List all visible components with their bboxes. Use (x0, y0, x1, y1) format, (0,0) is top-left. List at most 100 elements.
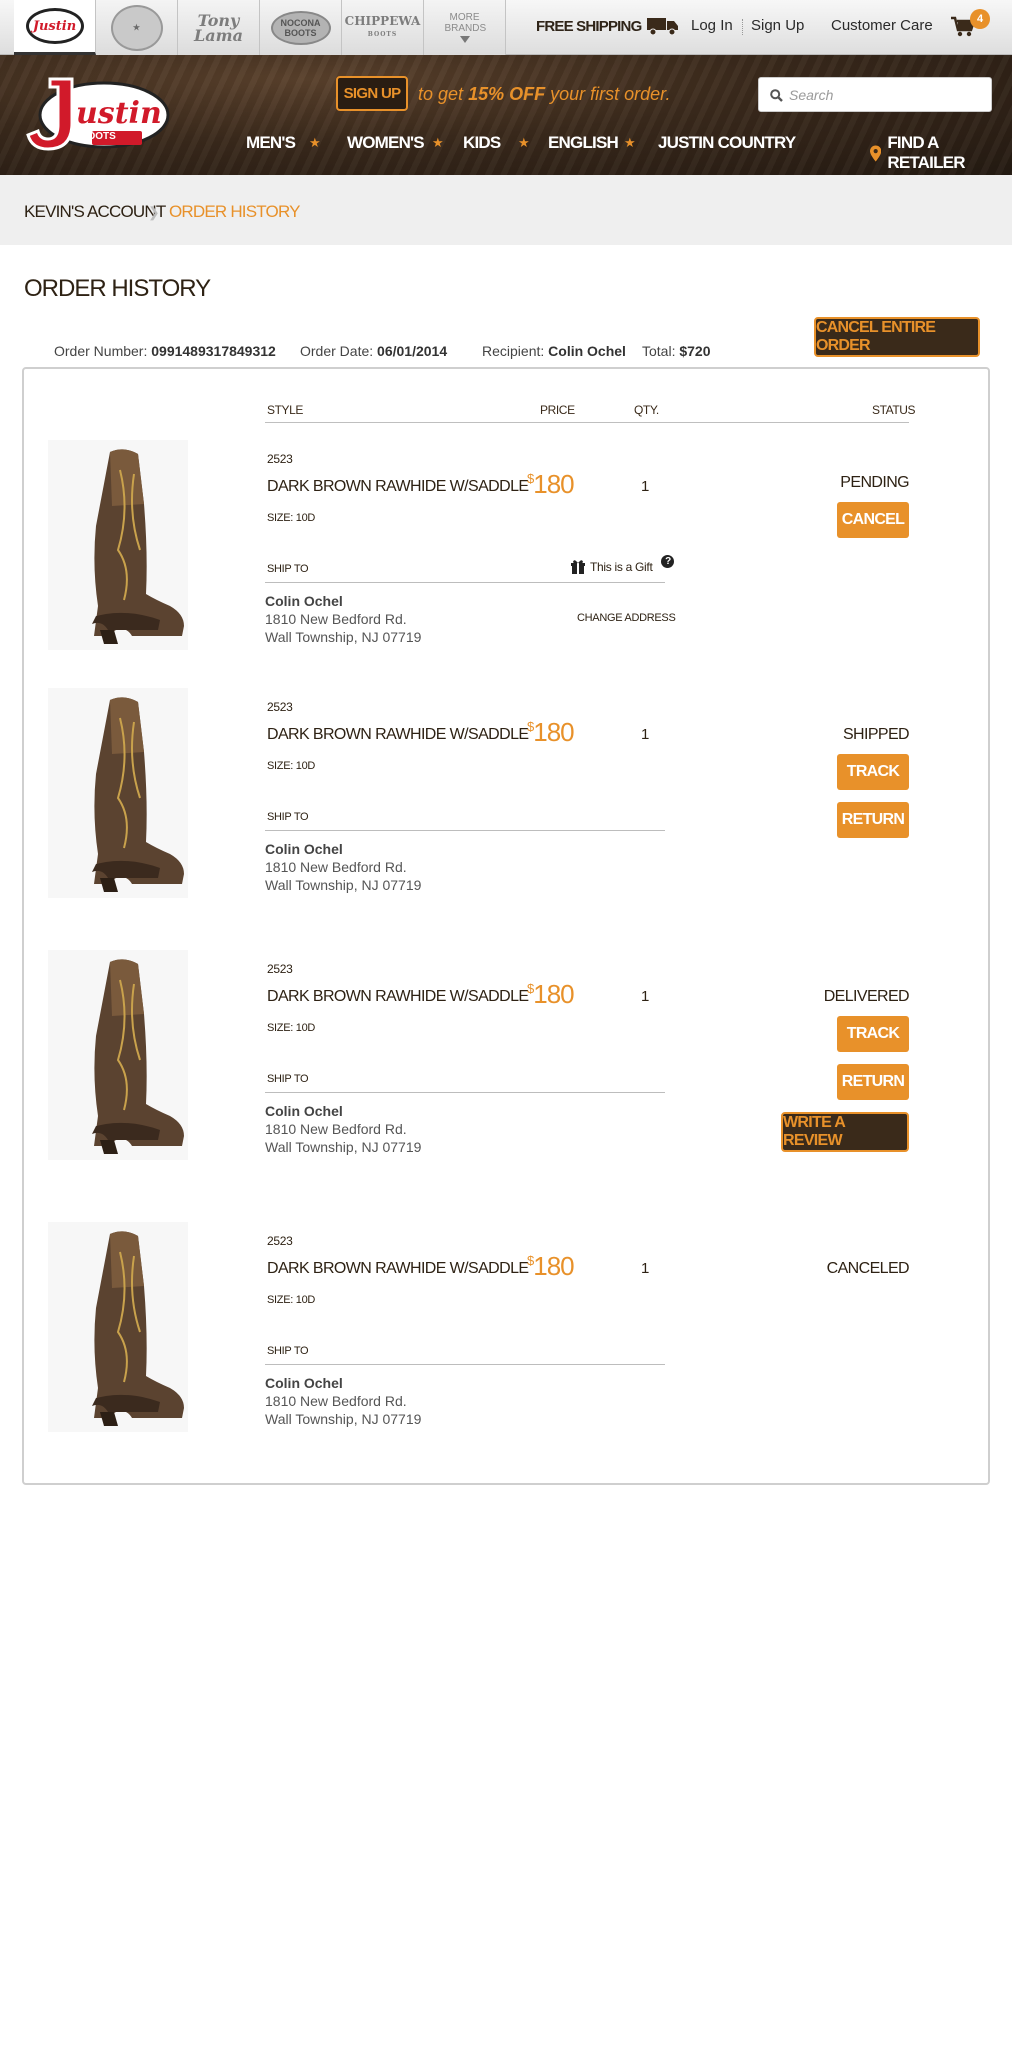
star-icon: ★ (518, 135, 530, 150)
ship-address-line1: 1810 New Bedford Rd. (265, 1121, 407, 1137)
help-icon[interactable]: ? (661, 554, 675, 568)
order-number-value: 0991489317849312 (151, 343, 276, 359)
recipient-value: Colin Ochel (548, 343, 626, 359)
nav-english[interactable]: ENGLISH (548, 133, 619, 153)
ship-address-line1: 1810 New Bedford Rd. (265, 611, 407, 627)
nav-kids[interactable]: KIDS (463, 133, 501, 153)
brand-tab-tony-lama[interactable]: Tony Lama (178, 0, 260, 55)
breadcrumb-account[interactable]: KEVIN'S ACCOUNT (24, 202, 166, 222)
item-price: $180 (527, 979, 575, 1010)
ship-to-label: SHIP TO (267, 1073, 309, 1085)
product-image[interactable] (48, 688, 188, 898)
star-icon: ★ (624, 135, 636, 150)
price-value: 180 (533, 1251, 574, 1281)
item-sku: 2523 (267, 962, 293, 976)
item-style-name[interactable]: DARK BROWN RAWHIDE W/SADDLE (267, 1260, 529, 1278)
search-input[interactable] (789, 84, 985, 106)
signup-button[interactable]: SIGN UP (336, 76, 408, 111)
gift-label: This is a Gift (590, 560, 653, 574)
product-image[interactable] (48, 440, 188, 650)
divider (742, 19, 743, 35)
item-size: SIZE: 10D (267, 1022, 316, 1034)
cancel-entire-order-button[interactable]: CANCEL ENTIRE ORDER (814, 317, 980, 357)
login-link[interactable]: Log In (691, 17, 733, 34)
item-style-name[interactable]: DARK BROWN RAWHIDE W/SADDLE (267, 988, 529, 1006)
chippewa-text: CHIPPEWA (344, 13, 421, 28)
item-price: $180 (527, 717, 575, 748)
product-image[interactable] (48, 950, 188, 1160)
brand-tab-justin[interactable]: Justin (14, 0, 96, 55)
write-review-button[interactable]: WRITE A REVIEW (781, 1112, 909, 1152)
item-price: $180 (527, 1251, 575, 1282)
chevron-down-icon (459, 36, 470, 43)
search-icon[interactable] (770, 89, 783, 102)
free-shipping[interactable]: FREE SHIPPING (536, 17, 679, 35)
chippewa-sub: BOOTS (367, 30, 398, 38)
justin-boots-logo[interactable]: ustin (20, 71, 170, 157)
total-label: Total: (642, 343, 676, 359)
nav-justin-country[interactable]: JUSTIN COUNTRY (658, 133, 796, 153)
tony-lama-logo: Tony Lama (194, 10, 243, 45)
gift-option[interactable]: This is a Gift ? (571, 554, 675, 574)
column-header-status: STATUS (872, 403, 916, 417)
item-sku: 2523 (267, 1234, 293, 1248)
find-retailer-link[interactable]: FIND A RETAILER (870, 133, 1012, 173)
item-status: PENDING (840, 474, 909, 491)
track-button[interactable]: TRACK (837, 754, 909, 790)
item-qty: 1 (641, 1260, 650, 1277)
star-icon: ★ (432, 135, 444, 150)
order-date-value: 06/01/2014 (377, 343, 448, 359)
currency-symbol: $ (527, 981, 534, 996)
item-size: SIZE: 10D (267, 512, 316, 524)
item-sku: 2523 (267, 452, 293, 466)
currency-symbol: $ (527, 471, 534, 486)
ship-to-label: SHIP TO (267, 563, 309, 575)
signup-link[interactable]: Sign Up (751, 17, 804, 34)
divider (265, 1092, 665, 1093)
brand-tab-justin-work[interactable]: ★ (96, 0, 178, 55)
product-image[interactable] (48, 1222, 188, 1432)
brand-tab-nocona[interactable]: NOCONA BOOTS (260, 0, 342, 55)
change-address-link[interactable]: CHANGE ADDRESS (577, 612, 676, 624)
nav-womens[interactable]: WOMEN'S (347, 133, 425, 153)
track-button[interactable]: TRACK (837, 1016, 909, 1052)
cancel-item-button[interactable]: CANCEL (837, 502, 909, 538)
brand-bar: Justin ★ Tony Lama NOCONA BOOTS CHIPPEWA… (0, 0, 1012, 55)
nav-mens[interactable]: MEN'S (246, 133, 296, 153)
item-qty: 1 (641, 726, 650, 743)
justin-brand-logo: Justin (25, 8, 84, 44)
return-button[interactable]: RETURN (837, 1064, 909, 1100)
customer-care-link[interactable]: Customer Care (831, 17, 933, 34)
return-button[interactable]: RETURN (837, 802, 909, 838)
order-date-label: Order Date: (300, 343, 374, 359)
ship-address-line2: Wall Township, NJ 07719 (265, 1411, 422, 1427)
breadcrumb-current: ORDER HISTORY (169, 202, 300, 221)
order-number-label: Order Number: (54, 343, 148, 359)
ship-recipient: Colin Ochel (265, 593, 343, 609)
ship-recipient: Colin Ochel (265, 841, 343, 857)
promo-text: to get 15% OFF your first order. (418, 84, 670, 105)
brand-tab-more[interactable]: MORE BRANDS (424, 0, 506, 55)
order-number: Order Number: 0991489317849312 (54, 343, 276, 359)
item-style-name[interactable]: DARK BROWN RAWHIDE W/SADDLE (267, 478, 529, 496)
ship-to-label: SHIP TO (267, 811, 309, 823)
page-title: ORDER HISTORY (24, 275, 211, 302)
item-price: $180 (527, 469, 575, 500)
item-status: SHIPPED (842, 726, 910, 743)
site-header: ustin BOOTS SIGN UP to get 15% OFF your … (0, 55, 1012, 175)
divider (265, 422, 909, 423)
divider (265, 582, 665, 583)
ship-to-label: SHIP TO (267, 1345, 309, 1357)
item-style-name[interactable]: DARK BROWN RAWHIDE W/SADDLE (267, 726, 529, 744)
cart-count-badge: 4 (970, 9, 990, 29)
currency-symbol: $ (527, 1253, 534, 1268)
star-icon: ★ (309, 135, 321, 150)
free-shipping-label: FREE SHIPPING (536, 17, 642, 35)
order-total: Total: $720 (642, 343, 711, 359)
promo-pre: to get (418, 84, 464, 104)
order-recipient: Recipient: Colin Ochel (482, 343, 626, 359)
item-qty: 1 (641, 478, 650, 495)
item-status: DELIVERED (823, 988, 910, 1005)
divider (265, 830, 665, 831)
brand-tab-chippewa[interactable]: CHIPPEWA BOOTS (342, 0, 424, 55)
